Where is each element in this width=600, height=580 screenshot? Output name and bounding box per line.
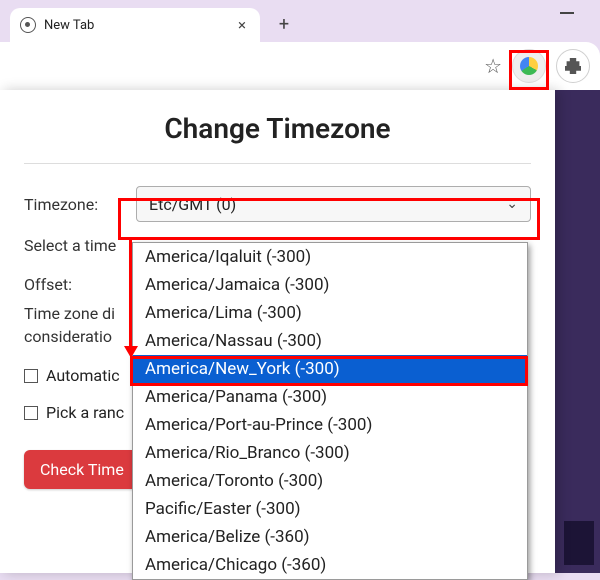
bookmark-star-icon[interactable]: ☆ [484, 54, 502, 78]
page-background-building [564, 521, 594, 565]
tab-title: New Tab [44, 18, 226, 33]
window-minimize-icon[interactable] [560, 12, 574, 14]
divider [24, 163, 531, 164]
chevron-down-icon: ⌄ [506, 196, 518, 212]
timezone-option[interactable]: America/Iqaluit (-300) [133, 243, 527, 271]
profile-button[interactable] [512, 49, 546, 83]
random-checkbox[interactable] [24, 406, 38, 420]
automatic-checkbox[interactable] [24, 369, 38, 383]
timezone-option[interactable]: America/Port-au-Prince (-300) [133, 411, 527, 439]
timezone-option[interactable]: America/Chicago (-360) [133, 551, 527, 579]
extensions-button[interactable] [556, 49, 590, 83]
page-background-strip [554, 90, 600, 573]
timezone-option-selected[interactable]: America/New_York (-300) [133, 355, 527, 383]
timezone-option[interactable]: America/Lima (-300) [133, 299, 527, 327]
random-label: Pick a ranc [46, 403, 124, 422]
timezone-option[interactable]: Pacific/Easter (-300) [133, 495, 527, 523]
new-tab-button[interactable]: + [270, 10, 298, 38]
close-tab-icon[interactable]: × [234, 16, 250, 34]
highlight-arrow [124, 240, 138, 358]
tab-strip: New Tab × + [0, 0, 600, 42]
timezone-option[interactable]: America/Belize (-360) [133, 523, 527, 551]
timezone-select-value: Etc/GMT (0) [149, 195, 236, 214]
timezone-dropdown: America/Iqaluit (-300) America/Jamaica (… [132, 242, 528, 580]
timezone-option[interactable]: America/Nassau (-300) [133, 327, 527, 355]
timezone-option[interactable]: America/Jamaica (-300) [133, 271, 527, 299]
browser-tab[interactable]: New Tab × [10, 8, 260, 42]
automatic-label: Automatic [46, 366, 120, 385]
offset-label: Offset: [24, 275, 136, 294]
profile-avatar-icon [520, 57, 538, 75]
puzzle-icon [565, 58, 581, 74]
browser-toolbar: ☆ [0, 42, 600, 90]
chrome-favicon-icon [20, 17, 36, 33]
timezone-option[interactable]: America/Panama (-300) [133, 383, 527, 411]
popup-heading: Change Timezone [24, 112, 531, 145]
timezone-select[interactable]: Etc/GMT (0) ⌄ [136, 186, 531, 222]
check-timezone-button[interactable]: Check Time [24, 450, 140, 489]
timezone-option[interactable]: America/Toronto (-300) [133, 467, 527, 495]
timezone-row: Timezone: Etc/GMT (0) ⌄ [24, 186, 531, 222]
timezone-label: Timezone: [24, 195, 136, 214]
timezone-option[interactable]: America/Rio_Branco (-300) [133, 439, 527, 467]
